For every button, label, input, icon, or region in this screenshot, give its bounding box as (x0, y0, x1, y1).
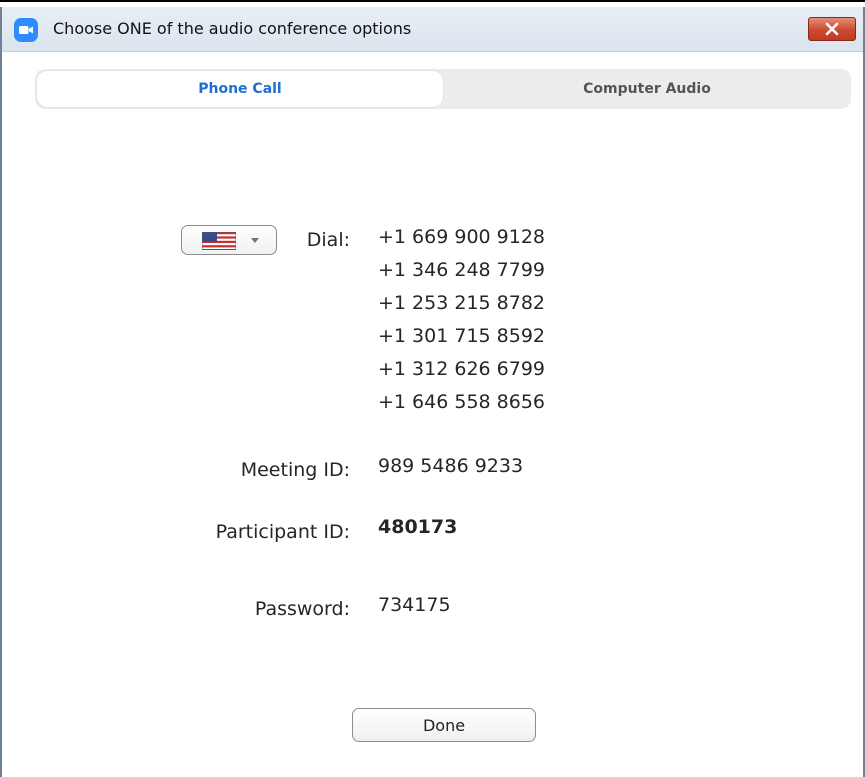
dial-number: +1 301 715 8592 (378, 325, 546, 347)
close-icon (825, 22, 839, 36)
participant-id-label: Participant ID: (215, 521, 350, 543)
page: Choose ONE of the audio conference optio… (0, 0, 865, 777)
tab-phone-call[interactable]: Phone Call (37, 71, 443, 107)
password-label: Password: (254, 598, 350, 620)
done-button[interactable]: Done (352, 708, 536, 742)
dial-number: +1 646 558 8656 (378, 391, 546, 413)
dial-number-list: +1 669 900 9128 +1 346 248 7799 +1 253 2… (378, 221, 545, 419)
title-bar[interactable]: Choose ONE of the audio conference optio… (2, 7, 863, 52)
dial-number: +1 346 248 7799 (378, 259, 546, 281)
video-camera-icon (14, 18, 38, 42)
dial-number: +1 253 215 8782 (378, 292, 546, 314)
dial-number: +1 669 900 9128 (378, 226, 546, 248)
audio-option-tabs: Phone Call Computer Audio (35, 69, 851, 109)
password-value: 734175 (378, 594, 451, 616)
tab-computer-audio[interactable]: Computer Audio (443, 69, 851, 109)
close-button[interactable] (808, 17, 856, 41)
window-title: Choose ONE of the audio conference optio… (53, 19, 412, 38)
us-flag-icon (202, 232, 236, 250)
dial-label: Dial: (306, 229, 350, 251)
meeting-id-label: Meeting ID: (240, 459, 350, 481)
dial-number: +1 312 626 6799 (378, 358, 546, 380)
audio-conference-dialog: Choose ONE of the audio conference optio… (0, 7, 865, 777)
participant-id-value: 480173 (378, 516, 458, 538)
chevron-down-icon (251, 238, 259, 243)
meeting-id-value: 989 5486 9233 (378, 455, 524, 477)
